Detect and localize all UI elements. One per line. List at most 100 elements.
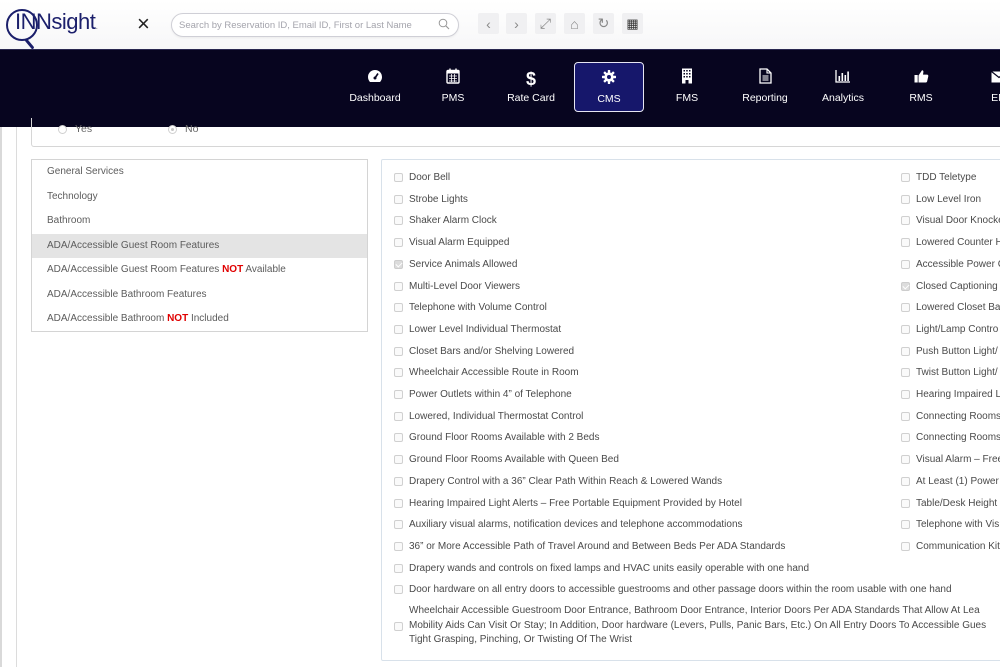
search-icon[interactable]	[438, 18, 450, 30]
feature-checkbox[interactable]: Service Animals Allowed	[394, 259, 517, 270]
category-item[interactable]: General Services	[32, 160, 367, 185]
radio-no[interactable]: No	[168, 123, 198, 135]
feature-checkbox[interactable]: Shaker Alarm Clock	[394, 215, 497, 226]
feature-checkbox[interactable]: Ground Floor Rooms Available with Queen …	[394, 454, 619, 465]
search-input[interactable]	[179, 17, 434, 34]
feature-checkbox[interactable]: Table/Desk Height	[901, 498, 997, 509]
nav-item-fms[interactable]: FMS	[652, 62, 722, 112]
feature-checkbox[interactable]: Connecting Rooms	[901, 432, 1000, 443]
checkbox-icon[interactable]	[394, 238, 403, 248]
feature-checkbox[interactable]: Strobe Lights	[394, 194, 468, 205]
checkbox-icon[interactable]	[394, 433, 403, 443]
checkbox-icon[interactable]	[901, 259, 910, 269]
feature-checkbox[interactable]: Wheelchair Accessible Route in Room	[394, 367, 579, 378]
refresh-button[interactable]: ↻	[593, 13, 614, 34]
feature-checkbox[interactable]: Hearing Impaired Light Alerts – Free Por…	[394, 498, 742, 509]
feature-checkbox[interactable]: Visual Alarm – Free	[901, 454, 1000, 465]
feature-checkbox[interactable]: Drapery wands and controls on fixed lamp…	[394, 563, 809, 574]
checkbox-icon[interactable]	[394, 281, 403, 291]
feature-checkbox[interactable]: Multi-Level Door Viewers	[394, 281, 520, 292]
checkbox-icon[interactable]	[901, 498, 910, 508]
feature-checkbox[interactable]: 36” or More Accessible Path of Travel Ar…	[394, 541, 785, 552]
feature-checkbox[interactable]: Light/Lamp Contro	[901, 324, 998, 335]
checkbox-icon[interactable]	[901, 303, 910, 313]
apps-button[interactable]: ▦	[622, 13, 643, 34]
feature-checkbox[interactable]: Visual Alarm Equipped	[394, 237, 509, 248]
checkbox-icon[interactable]	[901, 324, 910, 334]
feature-checkbox[interactable]: Connecting Rooms	[901, 411, 1000, 422]
feature-checkbox[interactable]: Lowered Closet Ba	[901, 302, 1000, 313]
feature-checkbox[interactable]: Lowered, Individual Thermostat Control	[394, 411, 583, 422]
checkbox-icon[interactable]	[901, 194, 910, 204]
checkbox-icon[interactable]	[901, 173, 910, 182]
category-item[interactable]: Technology	[32, 185, 367, 210]
checkbox-checked-icon[interactable]	[394, 259, 403, 269]
checkbox-icon[interactable]	[394, 194, 403, 204]
radio-button-selected-icon[interactable]	[168, 124, 177, 134]
checkbox-checked-icon[interactable]	[901, 281, 910, 291]
feature-checkbox[interactable]: TDD Teletype	[901, 172, 976, 183]
checkbox-icon[interactable]	[901, 541, 910, 551]
fullscreen-button[interactable]: ⤢	[535, 13, 556, 34]
checkbox-icon[interactable]	[394, 411, 403, 421]
checkbox-icon[interactable]	[901, 520, 910, 530]
checkbox-icon[interactable]	[394, 390, 403, 399]
feature-checkbox[interactable]: Accessible Power C	[901, 259, 1000, 270]
checkbox-icon[interactable]	[901, 368, 910, 378]
checkbox-icon[interactable]	[394, 455, 403, 465]
feature-checkbox[interactable]: Twist Button Light/	[901, 367, 998, 378]
forward-button[interactable]: ›	[506, 13, 527, 34]
nav-item-cms[interactable]: CMS	[574, 62, 644, 112]
feature-checkbox[interactable]: Hearing Impaired L	[901, 389, 1000, 400]
checkbox-icon[interactable]	[394, 621, 403, 631]
checkbox-icon[interactable]	[901, 411, 910, 421]
feature-checkbox[interactable]: Drapery Control with a 36” Clear Path Wi…	[394, 476, 722, 487]
checkbox-icon[interactable]	[394, 216, 403, 226]
home-button[interactable]: ⌂	[564, 13, 585, 34]
checkbox-icon[interactable]	[394, 585, 403, 595]
feature-checkbox[interactable]: Telephone with Vis	[901, 519, 999, 530]
checkbox-icon[interactable]	[394, 324, 403, 334]
category-item[interactable]: ADA/Accessible Guest Room Features NOT A…	[32, 258, 367, 283]
checkbox-icon[interactable]	[394, 476, 403, 486]
close-icon[interactable]: ×	[137, 12, 150, 36]
checkbox-icon[interactable]	[901, 216, 910, 226]
nav-item-dashboard[interactable]: Dashboard	[340, 62, 410, 112]
category-item[interactable]: ADA/Accessible Guest Room Features	[32, 233, 367, 258]
feature-checkbox[interactable]: Door hardware on all entry doors to acce…	[394, 584, 952, 595]
nav-item-rate-card[interactable]: $ Rate Card	[496, 62, 566, 112]
feature-checkbox[interactable]: At Least (1) Power C	[901, 476, 1000, 487]
feature-checkbox[interactable]: Auxiliary visual alarms, notification de…	[394, 519, 743, 530]
checkbox-icon[interactable]	[394, 498, 403, 508]
nav-item-em[interactable]: EM	[964, 62, 1000, 112]
feature-checkbox[interactable]: Closed Captioning	[901, 281, 998, 292]
checkbox-icon[interactable]	[394, 368, 403, 378]
checkbox-icon[interactable]	[394, 173, 403, 182]
feature-checkbox[interactable]: Communication Kit	[901, 541, 1000, 552]
checkbox-icon[interactable]	[901, 433, 910, 443]
feature-checkbox[interactable]: Door Bell	[394, 172, 450, 183]
feature-checkbox[interactable]: Push Button Light/	[901, 346, 998, 357]
checkbox-icon[interactable]	[394, 563, 403, 573]
checkbox-icon[interactable]	[394, 541, 403, 551]
feature-checkbox[interactable]: Lowered Counter H	[901, 237, 1000, 248]
checkbox-icon[interactable]	[394, 346, 403, 356]
feature-checkbox[interactable]: Power Outlets within 4” of Telephone	[394, 389, 572, 400]
nav-item-rms[interactable]: RMS	[886, 62, 956, 112]
feature-checkbox[interactable]: Ground Floor Rooms Available with 2 Beds	[394, 432, 599, 443]
feature-checkbox[interactable]: Closet Bars and/or Shelving Lowered	[394, 346, 574, 357]
checkbox-icon[interactable]	[394, 520, 403, 530]
radio-yes[interactable]: Yes	[58, 123, 92, 135]
checkbox-icon[interactable]	[901, 455, 910, 465]
category-item[interactable]: Bathroom	[32, 209, 367, 234]
checkbox-icon[interactable]	[901, 476, 910, 486]
checkbox-icon[interactable]	[901, 390, 910, 399]
category-item[interactable]: ADA/Accessible Bathroom Features	[32, 283, 367, 308]
feature-checkbox[interactable]: Lower Level Individual Thermostat	[394, 324, 561, 335]
feature-checkbox[interactable]: Visual Door Knocke	[901, 215, 1000, 226]
checkbox-icon[interactable]	[901, 346, 910, 356]
checkbox-icon[interactable]	[901, 238, 910, 248]
nav-item-analytics[interactable]: Analytics	[808, 62, 878, 112]
nav-item-pms[interactable]: PMS	[418, 62, 488, 112]
feature-checkbox[interactable]: Low Level Iron	[901, 194, 981, 205]
